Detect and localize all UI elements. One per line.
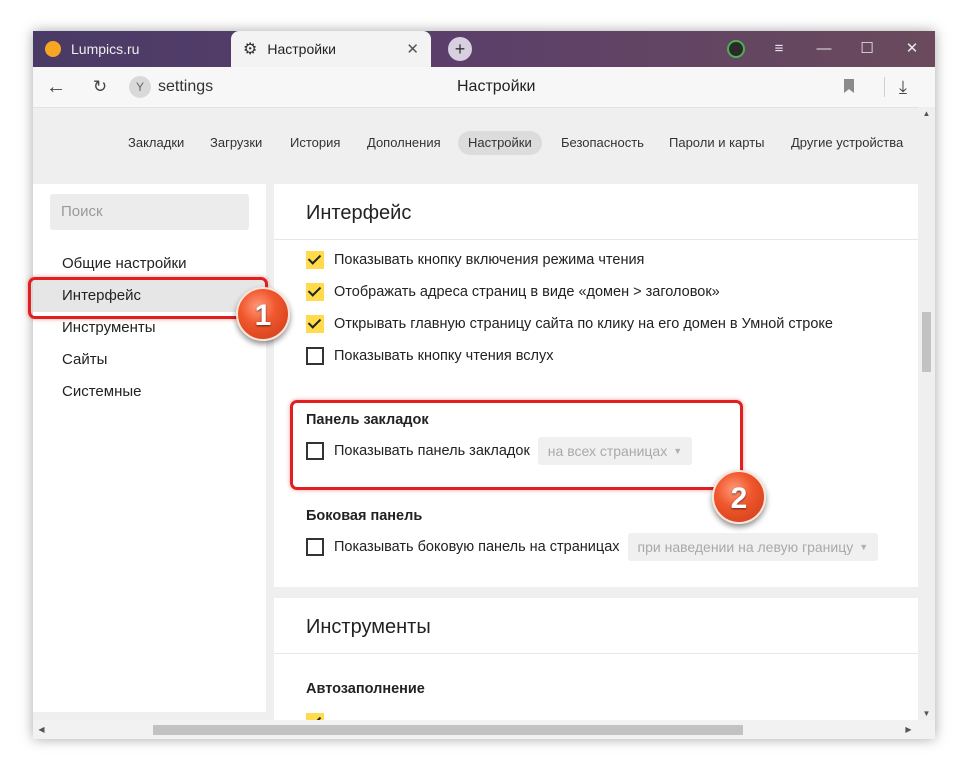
tab-settings[interactable]: ⚙ Настройки ✕ — [231, 31, 431, 67]
tab-title: Настройки — [267, 41, 336, 57]
interface-section: Интерфейс Показывать кнопку включения ре… — [274, 184, 918, 587]
alien-extension-icon[interactable] — [721, 31, 751, 67]
address-bar: ← ↻ Y settings Настройки ⤓ — [33, 67, 935, 108]
nav-security[interactable]: Безопасность — [551, 131, 654, 155]
scrollbar-thumb[interactable] — [922, 312, 931, 372]
horizontal-scrollbar[interactable]: ◀ ▶ — [33, 720, 935, 739]
close-window-button[interactable]: ✕ — [897, 31, 927, 67]
close-tab-icon[interactable]: ✕ — [406, 40, 419, 58]
sidebar-item-general[interactable]: Общие настройки — [62, 255, 187, 272]
option-label: Отображать адреса страниц в виде «домен … — [334, 284, 720, 300]
checkbox-checked[interactable] — [306, 283, 324, 301]
nav-passwords[interactable]: Пароли и карты — [659, 131, 775, 155]
section-title-interface: Интерфейс — [306, 202, 412, 224]
highlight-box-interface — [28, 277, 268, 319]
nav-extensions[interactable]: Дополнения — [357, 131, 451, 155]
titlebar: Lumpics.ru ⚙ Настройки ✕ + ≡ — ☐ ✕ — [33, 31, 935, 67]
minimize-button[interactable]: — — [809, 31, 839, 67]
sidebar-item-sites[interactable]: Сайты — [62, 351, 107, 368]
gear-icon: ⚙ — [243, 41, 258, 58]
checkbox-checked[interactable] — [306, 315, 324, 333]
divider — [884, 77, 885, 97]
highlight-box-bookmarks-panel — [290, 400, 743, 490]
autofill-title: Автозаполнение — [306, 681, 425, 697]
scroll-down-arrow-icon[interactable]: ▼ — [918, 709, 935, 718]
side-panel-select[interactable]: при наведении на левую границу ▼ — [627, 533, 879, 561]
search-input[interactable]: Поиск — [50, 194, 249, 230]
settings-top-nav: Закладки Загрузки История Дополнения Нас… — [33, 131, 918, 167]
option-side-panel[interactable]: Показывать боковую панель на страницах п… — [306, 532, 879, 562]
nav-bookmarks[interactable]: Закладки — [118, 131, 194, 155]
select-value: при наведении на левую границу — [637, 539, 854, 555]
sidebar-item-system[interactable]: Системные — [62, 383, 141, 400]
page-title: Настройки — [457, 78, 536, 95]
chevron-down-icon: ▼ — [859, 542, 869, 552]
nav-downloads[interactable]: Загрузки — [200, 131, 272, 155]
settings-sidebar: Поиск Общие настройки Интерфейс Инструме… — [33, 184, 266, 712]
option-label: Показывать боковую панель на страницах — [334, 539, 620, 555]
tab-lumpics[interactable]: Lumpics.ru — [33, 31, 231, 67]
checkbox-unchecked[interactable] — [306, 347, 324, 365]
sidebar-item-tools[interactable]: Инструменты — [62, 319, 156, 336]
section-title-tools: Инструменты — [306, 616, 431, 638]
option-label: Показывать кнопку чтения вслух — [334, 348, 554, 364]
browser-window: Lumpics.ru ⚙ Настройки ✕ + ≡ — ☐ ✕ ← ↻ Y… — [33, 31, 935, 739]
lumpics-favicon-icon — [45, 41, 61, 57]
divider — [274, 239, 918, 240]
option-read-aloud[interactable]: Показывать кнопку чтения вслух — [306, 346, 554, 366]
reload-icon[interactable]: ↻ — [86, 67, 114, 107]
bookmark-icon[interactable] — [844, 79, 854, 93]
side-panel-title: Боковая панель — [306, 508, 423, 524]
scroll-left-arrow-icon[interactable]: ◀ — [33, 725, 50, 734]
new-tab-button[interactable]: + — [448, 37, 472, 61]
vertical-scrollbar[interactable]: ▲ ▼ — [918, 107, 935, 720]
annotation-badge-2: 2 — [712, 470, 766, 524]
annotation-badge-1: 1 — [236, 287, 290, 341]
option-label: Показывать кнопку включения режима чтени… — [334, 252, 645, 268]
tools-section: Инструменты Автозаполнение — [274, 598, 918, 739]
nav-history[interactable]: История — [280, 131, 350, 155]
download-icon[interactable]: ⤓ — [899, 67, 907, 107]
nav-settings[interactable]: Настройки — [458, 131, 542, 155]
maximize-button[interactable]: ☐ — [852, 31, 882, 67]
checkbox-checked[interactable] — [306, 251, 324, 269]
scroll-up-arrow-icon[interactable]: ▲ — [918, 109, 935, 118]
url-text[interactable]: settings — [158, 67, 213, 107]
nav-other-devices[interactable]: Другие устройства — [781, 131, 913, 155]
option-label: Открывать главную страницу сайта по клик… — [334, 316, 833, 332]
option-open-main-page[interactable]: Открывать главную страницу сайта по клик… — [306, 314, 833, 334]
scrollbar-thumb[interactable] — [153, 725, 743, 735]
back-arrow-icon[interactable]: ← — [42, 67, 70, 107]
option-domain-title[interactable]: Отображать адреса страниц в виде «домен … — [306, 282, 720, 302]
option-reading-mode[interactable]: Показывать кнопку включения режима чтени… — [306, 250, 644, 270]
scroll-right-arrow-icon[interactable]: ▶ — [900, 725, 917, 734]
menu-button[interactable]: ≡ — [764, 31, 794, 67]
yandex-site-icon[interactable]: Y — [129, 76, 151, 98]
tab-title: Lumpics.ru — [71, 41, 140, 57]
checkbox-unchecked[interactable] — [306, 538, 324, 556]
divider — [274, 653, 918, 654]
